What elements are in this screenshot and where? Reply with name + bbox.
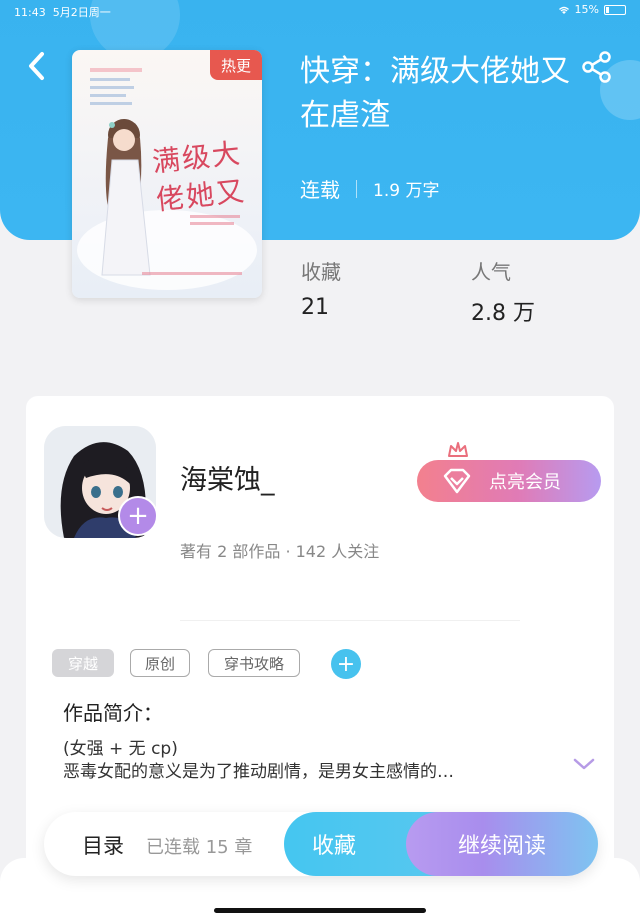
crown-icon (448, 442, 468, 457)
diamond-icon (443, 468, 471, 494)
stat-popularity: 人气 2.8 万 (471, 256, 535, 327)
status-right: 15% (558, 3, 626, 16)
stat-value: 21 (301, 295, 329, 320)
wifi-icon (558, 6, 569, 14)
collect-button-label: 收藏 (312, 834, 357, 859)
battery-icon (604, 4, 626, 15)
stat-label: 人气 (471, 260, 511, 284)
vip-button-label: 点亮会员 (489, 472, 561, 493)
bottom-action-bar: 目录 已连载 15 章 收藏 继续阅读 (44, 812, 598, 876)
home-indicator[interactable] (214, 908, 426, 913)
toc-button[interactable]: 目录 (82, 830, 124, 860)
tag-chuanshu[interactable]: 穿书攻略 (208, 649, 300, 677)
hot-update-badge: 热更 (210, 50, 262, 80)
stat-label: 收藏 (301, 260, 341, 284)
intro-line: (女强 + 无 cp) (63, 739, 178, 759)
book-status-line: 连载 1.9 万字 (300, 174, 439, 203)
status-time-value: 11:43 (14, 6, 46, 19)
follow-author-button[interactable]: + (118, 496, 158, 536)
continue-reading-button[interactable]: 继续阅读 (406, 812, 598, 876)
tag-chuanyue[interactable]: 穿越 (52, 649, 114, 677)
plus-icon: + (127, 501, 149, 531)
cover-title-art: 满级大佬她又 (150, 136, 248, 217)
status-time: 11:43 5月2日周一 (14, 4, 111, 20)
status-date: 5月2日周一 (52, 6, 111, 19)
tag-yuanchuang[interactable]: 原创 (130, 649, 190, 677)
chevron-left-icon[interactable] (22, 48, 52, 84)
stat-favorites: 收藏 21 (301, 256, 341, 320)
battery-percent: 15% (574, 3, 599, 16)
chevron-down-icon[interactable] (572, 756, 596, 772)
intro-text[interactable]: (女强 + 无 cp) 恶毒女配的意义是为了推动剧情，是男女主感情的… (63, 738, 563, 784)
word-count: 1.9 万字 (373, 181, 440, 201)
intro-label: 作品简介： (63, 701, 163, 725)
continue-reading-label: 继续阅读 (457, 834, 546, 859)
status-bar: 11:43 5月2日周一 15% (0, 0, 640, 22)
divider (356, 179, 357, 198)
book-cover[interactable]: 满级大佬她又 热更 (72, 50, 262, 298)
chapter-count: 已连载 15 章 (146, 837, 253, 858)
vip-button[interactable]: 点亮会员 (417, 460, 601, 502)
serial-status: 连载 (300, 178, 340, 202)
intro-line: 恶毒女配的意义是为了推动剧情，是男女主感情的… (63, 762, 454, 782)
author-name[interactable]: 海棠蚀_ (180, 458, 275, 497)
add-tag-button[interactable]: + (331, 649, 361, 679)
stat-value: 2.8 万 (471, 301, 535, 326)
author-meta: 著有 2 部作品 · 142 人关注 (180, 542, 380, 561)
plus-icon: + (336, 651, 356, 677)
section-divider (180, 620, 520, 621)
book-title: 快穿：满级大佬她又在虐渣 (300, 54, 570, 133)
